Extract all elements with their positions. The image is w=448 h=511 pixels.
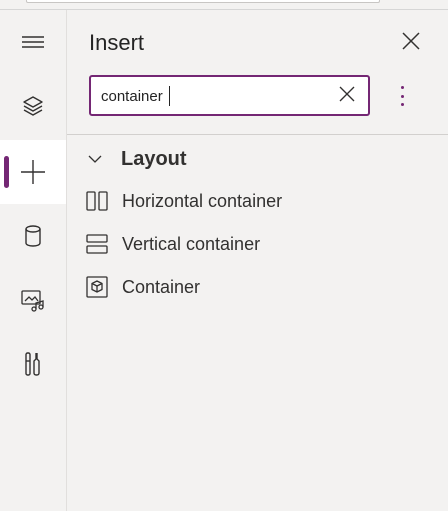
container-icon <box>83 273 111 301</box>
hamburger-icon <box>21 34 45 50</box>
rail-tree-view-button[interactable] <box>0 74 66 138</box>
rail-advanced-tools-button[interactable] <box>0 332 66 396</box>
item-label: Horizontal container <box>122 190 283 211</box>
divider <box>67 134 448 135</box>
rail-media-button[interactable] <box>0 268 66 332</box>
close-icon <box>401 31 421 56</box>
group-header-layout[interactable]: Layout <box>87 144 187 174</box>
item-label: Vertical container <box>122 233 261 254</box>
search-box <box>89 75 370 116</box>
vertical-container-icon <box>83 230 111 258</box>
formula-bar-input[interactable] <box>26 0 380 3</box>
insert-panel: Insert Layout Horizontal container <box>67 10 448 511</box>
database-icon <box>23 224 43 248</box>
more-options-button[interactable] <box>393 82 411 110</box>
insert-item-container[interactable]: Container <box>83 269 423 305</box>
more-vertical-icon <box>400 86 404 89</box>
group-label: Layout <box>121 147 187 170</box>
text-caret <box>169 86 170 106</box>
horizontal-container-icon <box>83 187 111 215</box>
item-label: Container <box>122 276 201 297</box>
search-clear-button[interactable] <box>337 86 357 106</box>
plus-icon <box>20 159 46 185</box>
left-rail <box>0 10 67 511</box>
insert-item-horizontal-container[interactable]: Horizontal container <box>83 183 423 219</box>
rail-menu-button[interactable] <box>0 10 66 74</box>
panel-title: Insert <box>89 30 145 55</box>
rail-data-button[interactable] <box>0 204 66 268</box>
rail-insert-button[interactable] <box>0 140 66 204</box>
search-input[interactable] <box>101 83 321 109</box>
top-bar <box>0 0 448 10</box>
tools-icon <box>23 351 43 377</box>
chevron-down-icon <box>87 154 107 164</box>
clear-icon <box>339 86 355 107</box>
media-icon <box>20 288 46 312</box>
layers-icon <box>21 94 45 118</box>
insert-item-vertical-container[interactable]: Vertical container <box>83 226 423 262</box>
close-button[interactable] <box>399 31 423 55</box>
